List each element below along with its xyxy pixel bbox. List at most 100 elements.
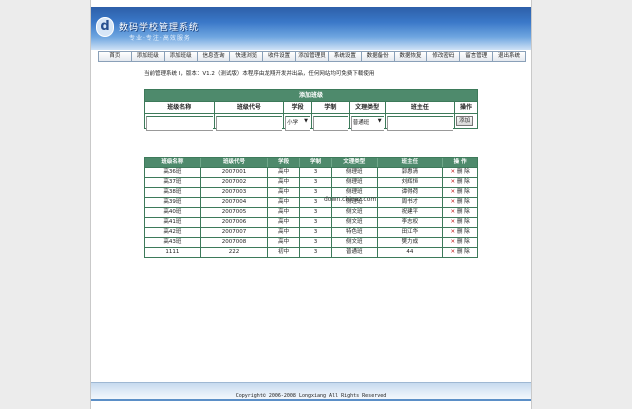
table-cell: 2007007 xyxy=(201,228,269,237)
years-input[interactable] xyxy=(313,116,348,131)
table-cell: 2007003 xyxy=(201,188,269,197)
nav-messages[interactable]: 留言管理 xyxy=(460,52,494,61)
nav-add-class[interactable]: 添加班级 xyxy=(131,52,165,61)
chevron-down-icon: ▼ xyxy=(304,118,308,124)
table-row: 高36班 2007001 高中 3 侧理班 郭惠清 ✕ 删 除 xyxy=(145,167,477,177)
class-name-input[interactable] xyxy=(146,116,213,131)
table-cell: 高中 xyxy=(268,218,301,227)
delete-label: 删 除 xyxy=(457,189,470,195)
nav-add-admin[interactable]: 添加管理员 xyxy=(296,52,329,61)
teacher-input[interactable] xyxy=(386,116,454,131)
stage-select[interactable]: 小学 ▼ xyxy=(285,116,310,131)
delete-action[interactable]: ✕ 删 除 xyxy=(443,188,477,197)
nav-system-settings[interactable]: 系统设置 xyxy=(328,52,362,61)
table-cell: 高中 xyxy=(268,168,301,177)
footer-divider xyxy=(91,399,531,401)
table-cell: 2007008 xyxy=(201,238,269,247)
delete-action[interactable]: ✕ 删 除 xyxy=(443,238,477,247)
logo-icon: d xyxy=(96,17,114,37)
nav-restore[interactable]: 数据恢复 xyxy=(394,52,428,61)
type-select[interactable]: 普通班 ▼ xyxy=(350,116,384,131)
table-cell: 田江华 xyxy=(378,228,444,237)
list-header-type: 文理类型 xyxy=(332,158,378,167)
delete-action[interactable]: ✕ 删 除 xyxy=(443,178,477,187)
form-header-stage: 学段 xyxy=(284,101,312,113)
form-header-action: 操作 xyxy=(455,101,477,113)
table-cell: 祝建平 xyxy=(378,208,444,217)
table-row: 1111 222 初中 3 普通班 44 ✕ 删 除 xyxy=(145,247,477,257)
table-cell: 侧文班 xyxy=(332,218,378,227)
table-row: 高43班 2007008 高中 3 侧文班 樊力成 ✕ 删 除 xyxy=(145,237,477,247)
logo-title: 数码学校管理系统 xyxy=(119,23,200,33)
table-cell: 2007006 xyxy=(201,218,269,227)
form-header-code: 班级代号 xyxy=(214,101,285,113)
table-cell: 谭得荷 xyxy=(378,188,444,197)
delete-label: 删 除 xyxy=(457,179,470,185)
delete-label: 删 除 xyxy=(457,249,470,255)
delete-label: 删 除 xyxy=(457,199,470,205)
table-cell: 樊力成 xyxy=(378,238,444,247)
close-icon: ✕ xyxy=(450,229,456,235)
nav-backup[interactable]: 数据备份 xyxy=(361,52,395,61)
table-cell: 3 xyxy=(300,248,332,257)
nav-inbox-settings[interactable]: 收件设置 xyxy=(263,52,297,61)
table-row: 高37班 2007002 高中 3 侧理班 刘辉恒 ✕ 删 除 xyxy=(145,177,477,187)
delete-label: 删 除 xyxy=(457,219,470,225)
delete-action[interactable]: ✕ 删 除 xyxy=(443,208,477,217)
close-icon: ✕ xyxy=(450,249,456,255)
table-cell: 普通班 xyxy=(332,248,378,257)
nav-quick-browse[interactable]: 快速浏览 xyxy=(230,52,264,61)
table-cell: 高中 xyxy=(268,188,301,197)
table-row: 高38班 2007003 高中 3 侧理班 谭得荷 ✕ 删 除 xyxy=(145,187,477,197)
table-cell: 3 xyxy=(300,208,332,217)
list-header-row: 班级名称 班级代号 学段 学制 文理类型 班主任 操 作 xyxy=(145,158,477,167)
add-class-form: 添加班级 班级名称 班级代号 学段 学制 文理类型 班主任 操作 小学 ▼ 普通班… xyxy=(144,89,478,131)
table-cell: 特色班 xyxy=(332,228,378,237)
delete-action[interactable]: ✕ 删 除 xyxy=(443,198,477,207)
chevron-down-icon: ▼ xyxy=(377,118,382,124)
list-header-name: 班级名称 xyxy=(145,158,201,167)
close-icon: ✕ xyxy=(450,189,456,195)
table-cell: 郭惠清 xyxy=(378,168,444,177)
add-button[interactable]: 添加 xyxy=(456,116,474,126)
table-cell: 高43班 xyxy=(145,238,201,247)
form-header-row: 班级名称 班级代号 学段 学制 文理类型 班主任 操作 xyxy=(145,101,477,113)
class-code-input[interactable] xyxy=(215,116,283,131)
table-cell: 2007005 xyxy=(201,208,269,217)
table-cell: 高37班 xyxy=(145,178,201,187)
table-cell: 高中 xyxy=(268,198,301,207)
close-icon: ✕ xyxy=(450,219,456,225)
table-cell: 3 xyxy=(300,228,332,237)
table-cell: 侧理班 xyxy=(332,168,378,177)
table-cell: 3 xyxy=(300,178,332,187)
form-input-row: 小学 ▼ 普通班 ▼ 添加 xyxy=(145,113,478,131)
delete-action[interactable]: ✕ 删 除 xyxy=(443,248,477,257)
header-banner: d 数码学校管理系统 专业·专注·高效服务 xyxy=(91,7,531,50)
table-row: 高39班 2007004 高中 3 侧理班 周书才 ✕ 删 除 xyxy=(145,197,477,207)
system-notice: 当前管理系统 Ⅰ，版本：V1.2（测试版）本程序由龙翔开发并出品，任何网站均可免… xyxy=(144,71,375,77)
nav-logout[interactable]: 退出系统 xyxy=(493,52,525,61)
list-header-teacher: 班主任 xyxy=(378,158,444,167)
table-cell: 222 xyxy=(201,248,269,257)
close-icon: ✕ xyxy=(450,179,456,185)
nav-change-password[interactable]: 修改密码 xyxy=(427,52,461,61)
list-header-stage: 学段 xyxy=(268,158,301,167)
form-header-name: 班级名称 xyxy=(145,101,215,113)
table-cell: 高中 xyxy=(268,228,301,237)
table-cell: 侧文班 xyxy=(332,238,378,247)
delete-label: 删 除 xyxy=(457,229,470,235)
nav-home[interactable]: 首页 xyxy=(99,52,132,61)
delete-action[interactable]: ✕ 删 除 xyxy=(443,168,477,177)
delete-action[interactable]: ✕ 删 除 xyxy=(443,218,477,227)
table-cell: 3 xyxy=(300,218,332,227)
table-cell: 周书才 xyxy=(378,198,444,207)
watermark-text: down.chinaz.com xyxy=(324,196,377,203)
logo-subtitle: 专业·专注·高效服务 xyxy=(129,35,191,42)
delete-action[interactable]: ✕ 删 除 xyxy=(443,228,477,237)
close-icon: ✕ xyxy=(450,209,456,215)
nav-add-class-2[interactable]: 添加班级 xyxy=(164,52,198,61)
table-cell: 2007001 xyxy=(201,168,269,177)
class-list-table: 班级名称 班级代号 学段 学制 文理类型 班主任 操 作 高36班 2007001… xyxy=(144,157,478,258)
table-cell: 3 xyxy=(300,238,332,247)
nav-info-query[interactable]: 信息查询 xyxy=(197,52,231,61)
